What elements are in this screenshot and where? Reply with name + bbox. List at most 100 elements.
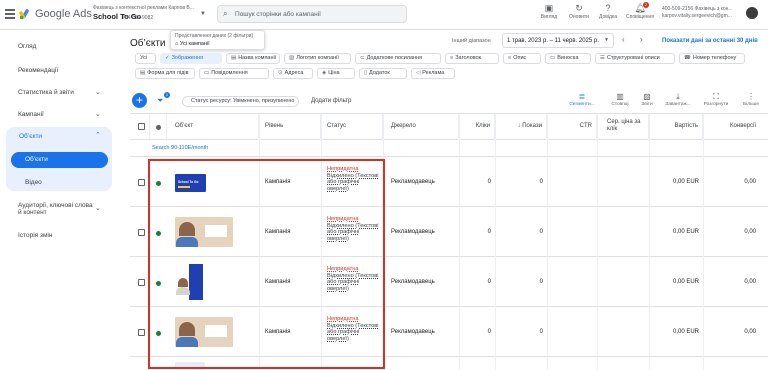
- add-asset-button[interactable]: +: [132, 93, 147, 108]
- reports-icon: ▨: [643, 92, 651, 101]
- phone-icon: ☎: [684, 55, 691, 61]
- notification-badge: 2: [643, 2, 649, 8]
- avatar[interactable]: [746, 7, 758, 19]
- status-cell[interactable]: Непридатна Відхилено (Текстові або графі…: [327, 266, 382, 292]
- reports-button[interactable]: ▨ Звіти: [635, 92, 659, 107]
- download-button[interactable]: ⤓ Завантаж...: [662, 92, 694, 107]
- col-cost[interactable]: Вартість: [649, 114, 703, 141]
- sidebar-item-recommendations[interactable]: Рекомендації: [0, 62, 115, 80]
- view-filter-popup[interactable]: Представлення даних (2 фільтри) ⌂ Усі ка…: [170, 30, 265, 50]
- campaign-group-row[interactable]: Search 90-110E/month: [130, 140, 768, 157]
- col-clicks[interactable]: Кліки: [459, 114, 495, 141]
- view-button[interactable]: ▣ Вигляд: [535, 2, 563, 28]
- row-checkbox[interactable]: [138, 229, 145, 236]
- callout-icon: ▭: [550, 55, 556, 61]
- filter-icon[interactable]: ⏷: [157, 96, 163, 106]
- asset-thumbnail[interactable]: [175, 362, 205, 370]
- chevron-right-icon[interactable]: ›: [640, 35, 643, 44]
- status-cell[interactable]: Непридатна Відхилено (Текстові або графі…: [327, 216, 382, 242]
- description-icon: ≡: [508, 55, 512, 61]
- refresh-icon: ↻: [575, 3, 583, 13]
- page-title: Об’єкти: [130, 38, 166, 49]
- columns-icon: ▥: [616, 92, 624, 101]
- row-checkbox[interactable]: [138, 329, 145, 336]
- asset-thumbnail[interactable]: [175, 264, 207, 300]
- status-cell[interactable]: Непридатна Відхилено (Текстові або графі…: [327, 166, 382, 192]
- date-range-picker[interactable]: 1 трав. 2023 р. – 11 черв. 2025 р. ▼: [502, 33, 614, 48]
- chip-lead-form[interactable]: ▤ Форма для лідів: [135, 68, 195, 79]
- expand-icon: ⛶: [713, 92, 719, 101]
- chip-message[interactable]: ▭ Повідомлення: [199, 68, 269, 79]
- sidebar-item-videos[interactable]: Відео: [25, 179, 42, 186]
- chip-callout[interactable]: ▭ Виноска: [545, 53, 591, 64]
- help-button[interactable]: ? Довідка: [594, 2, 622, 28]
- user-info[interactable]: 400-509-2156 Фахівець з кон... karpov.vi…: [662, 6, 733, 20]
- chevron-up-icon: ⌃: [95, 132, 101, 139]
- col-conversions[interactable]: Конверсії: [703, 114, 768, 141]
- table-header: Об’єкт Рівень Статус Джерело Кліки ↓ Пок…: [130, 113, 768, 141]
- chevron-down-icon: ⌄: [95, 111, 101, 118]
- col-impressions[interactable]: ↓ Покази: [495, 114, 547, 141]
- row-checkbox[interactable]: [138, 179, 145, 186]
- chip-promotion[interactable]: ◁ Реклама: [411, 68, 455, 79]
- brand-name: Google Ads: [35, 8, 92, 20]
- chip-phone[interactable]: ☎ Номер телефону: [679, 53, 745, 64]
- chip-structured-snippets[interactable]: ☰ Структуровані описи: [595, 53, 675, 64]
- columns-button[interactable]: ▥ Стовпці: [607, 92, 633, 107]
- sidebar-item-assets-sub[interactable]: Об'єкти: [11, 152, 108, 168]
- select-all-checkbox[interactable]: [138, 123, 145, 130]
- price-icon: ◈: [322, 70, 327, 76]
- date-range-label: Інший діапазон: [452, 38, 491, 44]
- col-level[interactable]: Рівень: [259, 114, 321, 141]
- status-dot-header: [156, 125, 161, 130]
- more-button[interactable]: ⋮ Більше: [738, 92, 764, 107]
- expand-button[interactable]: ⛶ Розгорнути: [699, 92, 733, 107]
- asset-thumbnail[interactable]: School To Go: [175, 174, 206, 192]
- col-status[interactable]: Статус: [321, 114, 383, 141]
- sidebar-item-audiences[interactable]: Аудиторії, ключові слова й контент ⌄: [0, 200, 101, 222]
- asset-thumbnail[interactable]: [175, 217, 233, 247]
- status-cell[interactable]: Непридатна Відхилено (Текстові або графі…: [327, 316, 382, 342]
- table-row[interactable]: School To Go Кампанія Непридатна Відхиле…: [130, 158, 768, 207]
- link-icon: ⊂: [360, 55, 365, 61]
- chip-price[interactable]: ◈ Ціна: [317, 68, 355, 79]
- chip-description[interactable]: ≡ Опис: [503, 53, 541, 64]
- table-row[interactable]: Кампанія Непридатна Відхилено (Текстові …: [130, 308, 768, 357]
- table-row[interactable]: Кампанія Непридатна Відхилено (Текстові …: [130, 208, 768, 257]
- asset-thumbnail[interactable]: [175, 317, 233, 347]
- menu-icon[interactable]: [5, 9, 15, 19]
- chip-business-logo[interactable]: ▧ Логотип компанії: [284, 53, 351, 64]
- promotion-icon: ◁: [416, 70, 421, 76]
- col-object[interactable]: Об’єкт: [167, 114, 259, 141]
- table-row[interactable]: Кампанія Непридатна Відхилено (Текстові …: [130, 258, 768, 307]
- chip-location[interactable]: ⊙ Адреса: [273, 68, 313, 79]
- account-id: 774-612-9082: [122, 15, 154, 21]
- sidebar-item-overview[interactable]: Огляд: [0, 38, 115, 56]
- add-filter-button[interactable]: Додати фільтр: [311, 98, 351, 104]
- chip-image[interactable]: ✓ Зображення: [160, 53, 222, 64]
- sidebar-item-insights-reports[interactable]: Статистика й звіти ⌄: [0, 84, 115, 102]
- chevron-left-icon[interactable]: ‹: [622, 35, 625, 44]
- chip-all[interactable]: Усі: [135, 53, 156, 64]
- chip-app[interactable]: ▯ Додаток: [359, 68, 407, 79]
- sidebar-item-campaigns[interactable]: Кампанії ⌄: [0, 106, 115, 124]
- top-bar: Google Ads Фахівець з контекстної реклам…: [0, 0, 768, 30]
- search-input[interactable]: ⌕ Пошук сторінки або кампанії: [217, 5, 407, 23]
- col-avg-cpc[interactable]: Сер. ціна за клік: [597, 114, 649, 141]
- status-filter-chip[interactable]: Статус ресурсу: Увімкнено, призупинено: [182, 96, 299, 107]
- col-ctr[interactable]: CTR: [547, 114, 597, 141]
- show-last-30-days-link[interactable]: Показати дані за останні 30 днів: [662, 38, 758, 44]
- list-icon: ☰: [600, 55, 605, 61]
- notifications-button[interactable]: 🔔︎ 2 Сповіщення: [623, 2, 657, 28]
- chip-sitelink[interactable]: ⊂ Додаткове посилання: [355, 53, 441, 64]
- segment-button[interactable]: ≣ Сегменти...: [567, 92, 597, 107]
- chevron-down-icon[interactable]: ▼: [200, 11, 206, 17]
- col-source[interactable]: Джерело: [383, 114, 459, 141]
- row-checkbox[interactable]: [138, 279, 145, 286]
- chip-business-name[interactable]: ▤ Назва компанії: [226, 53, 280, 64]
- refresh-button[interactable]: ↻ Оновити: [565, 2, 593, 28]
- sidebar-item-change-history[interactable]: Історія змін: [0, 227, 115, 245]
- view-icon: ▣: [544, 3, 554, 13]
- app-icon: ▯: [364, 70, 368, 76]
- chip-headline[interactable]: ≡ Заголовок: [445, 53, 499, 64]
